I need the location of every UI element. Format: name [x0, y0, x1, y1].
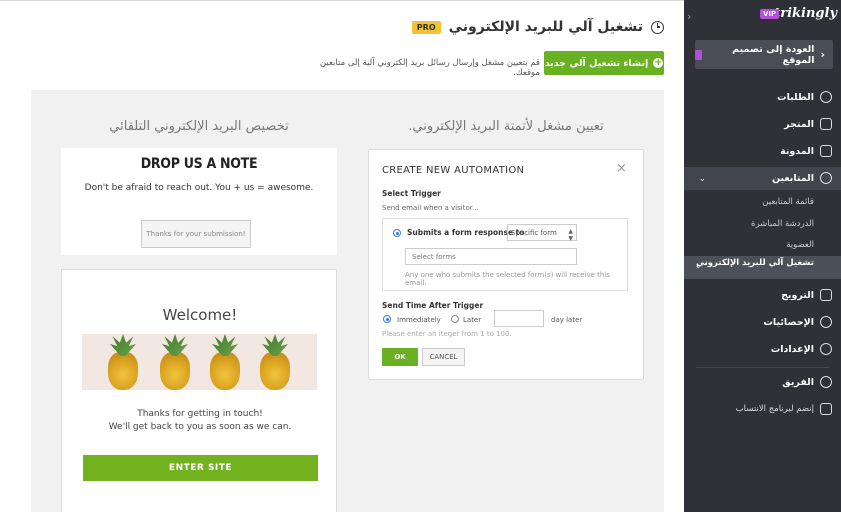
ok-button[interactable]: OK	[382, 348, 418, 366]
cancel-button[interactable]: CANCEL	[422, 348, 465, 366]
later-label: Later	[463, 316, 482, 324]
create-automation-button[interactable]: + إنشاء تشغيل آلي جديد	[544, 51, 664, 75]
enter-site-button: ENTER SITE	[83, 455, 318, 481]
team-icon	[820, 376, 832, 388]
immediately-label: Immediately	[397, 316, 441, 324]
sidebar: strikingly VIP › ‹ العودة إلى تصميم المو…	[684, 0, 841, 512]
sidebar-item-orders[interactable]: الطلبات	[684, 86, 841, 108]
sidebar-item-label: الإعدادات	[770, 343, 814, 355]
email-welcome: Welcome!	[162, 306, 238, 324]
close-icon[interactable]: ×	[616, 162, 627, 175]
dialog-title: CREATE NEW AUTOMATION	[382, 165, 525, 176]
create-automation-label: إنشاء تشغيل آلي جديد	[544, 57, 649, 69]
store-icon	[820, 118, 832, 130]
chevron-left-icon: ‹	[696, 262, 700, 272]
gear-icon	[820, 343, 832, 355]
email-preview-card: Welcome! Thanks for getting in touch! We…	[61, 269, 337, 512]
back-to-site-button[interactable]: ‹ العودة إلى تصميم الموقع	[695, 40, 833, 69]
day-count-input[interactable]	[494, 310, 544, 327]
pen-icon	[820, 145, 832, 157]
pro-badge: PRO	[411, 20, 441, 34]
sidebar-item-label: الإحصائيات	[763, 316, 814, 328]
form-response-radio[interactable]	[393, 229, 401, 237]
sidebar-item-blog[interactable]: المدونة	[684, 140, 841, 162]
page-header: تشغيل آلي للبريد الإلكتروني PRO	[411, 19, 664, 35]
sidebar-item-membership[interactable]: العضوية	[684, 240, 841, 250]
sidebar-item-label: المتابعين	[772, 172, 814, 184]
sidebar-item-label: المتجر	[784, 118, 814, 130]
submission-button: Thanks for your submission!	[141, 220, 251, 248]
sidebar-item-label: الفريق	[782, 376, 814, 388]
back-label: العودة إلى تصميم الموقع	[732, 43, 815, 66]
sidebar-item-label: تشغيل آلي للبريد الإلكتروني	[695, 258, 814, 268]
main-content: تشغيل آلي للبريد الإلكتروني PRO + إنشاء …	[0, 0, 684, 512]
sidebar-item-email-automation[interactable]: تشغيل آلي للبريد الإلكتروني ‹	[684, 256, 841, 279]
page-title: تشغيل آلي للبريد الإلكتروني	[448, 19, 643, 35]
left-column-title: تخصيص البريد الإلكتروني التلقائي	[109, 119, 289, 134]
sidebar-item-live-chat[interactable]: الدردشة المباشرة	[684, 219, 841, 229]
page-description: قم بتعيين مشغل وإرسال رسائل بريد إلكترون…	[319, 58, 540, 78]
chevron-left-icon: ‹	[820, 48, 825, 61]
form-type-select[interactable]: Specific form ▲ ▼	[507, 224, 577, 242]
vip-badge: VIP	[760, 9, 780, 19]
form-type-value: Specific form	[511, 229, 557, 237]
sidebar-item-analytics[interactable]: الإحصائيات	[684, 311, 841, 333]
day-later-label: day later	[551, 316, 583, 324]
updown-icon: ▲ ▼	[568, 228, 573, 242]
right-column-title: تعيين مشغل لأتمتة البريد الإلكتروني.	[408, 119, 604, 134]
pineapple-banner-image	[82, 334, 317, 390]
email-line-1: Thanks for getting in touch!	[137, 409, 263, 419]
note-heading: DROP US A NOTE	[140, 156, 258, 172]
collapse-chevron-icon[interactable]: ›	[687, 10, 691, 23]
trophy-icon	[820, 403, 832, 415]
sidebar-item-label: الطلبات	[777, 91, 814, 103]
sidebar-item-store[interactable]: المتجر	[684, 113, 841, 135]
create-automation-dialog: CREATE NEW AUTOMATION × Select Trigger S…	[368, 149, 644, 380]
pie-chart-icon	[820, 316, 832, 328]
sidebar-item-label: المدونة	[780, 145, 814, 157]
sidebar-item-team[interactable]: الفريق	[684, 371, 841, 393]
sidebar-header: strikingly VIP ›	[684, 6, 841, 24]
clock-icon	[651, 20, 664, 34]
users-icon	[820, 172, 832, 184]
sidebar-item-followers[interactable]: المتابعين	[684, 167, 841, 189]
note-subtext: Don't be afraid to reach out. You + us =…	[84, 183, 314, 193]
trigger-option-box: Submits a form response to Specific form…	[382, 218, 628, 291]
sidebar-item-affiliate[interactable]: إنضم لبرنامج الانتساب	[684, 398, 841, 420]
select-trigger-label: Select Trigger	[382, 189, 441, 198]
immediately-radio[interactable]	[383, 315, 391, 323]
sidebar-item-label: إنضم لبرنامج الانتساب	[735, 404, 814, 414]
email-line-2: We'll get back to you as soon as we can.	[108, 422, 292, 432]
sidebar-item-label: الترويج	[781, 289, 814, 301]
sidebar-item-follower-list[interactable]: قائمة المتابعين	[684, 197, 841, 207]
megaphone-icon	[820, 289, 832, 301]
later-radio[interactable]	[451, 315, 459, 323]
sidebar-divider	[696, 367, 829, 368]
forms-hint: Any one who submits the selected form(s)…	[405, 271, 610, 287]
contact-form-preview: DROP US A NOTE Don't be afraid to reach …	[61, 148, 337, 255]
dollar-icon	[820, 91, 832, 103]
send-when-label: Send email when a visitor...	[382, 204, 479, 212]
send-time-label: Send Time After Trigger	[382, 301, 484, 310]
document-icon	[695, 49, 703, 60]
select-forms-input[interactable]: Select forms	[405, 248, 577, 265]
sidebar-item-promotion[interactable]: الترويج	[684, 284, 841, 306]
day-hint: Please enter an iteger from 1 to 100.	[382, 330, 512, 338]
chevron-down-icon[interactable]: ⌄	[699, 174, 706, 183]
plus-icon: +	[653, 57, 664, 68]
sidebar-item-settings[interactable]: الإعدادات	[684, 338, 841, 360]
